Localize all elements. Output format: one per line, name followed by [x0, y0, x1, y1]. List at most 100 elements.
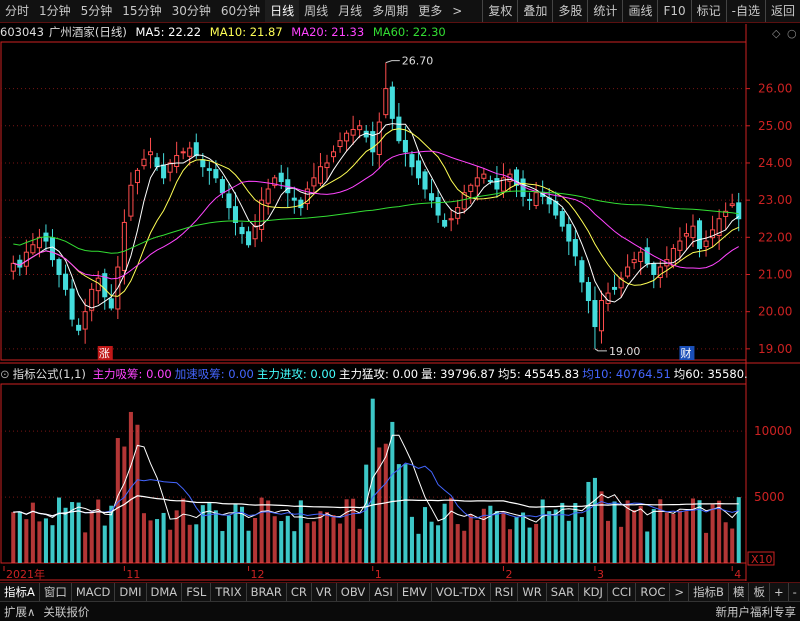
indicator-tab-19[interactable]: ROC: [636, 583, 670, 601]
promo-link[interactable]: 新用户福利专享: [712, 604, 800, 620]
volume-bar: [606, 521, 610, 563]
indicator-tab-0[interactable]: 指标A: [0, 583, 40, 601]
indicator-tab-18[interactable]: CCI: [608, 583, 636, 601]
volume-bar: [560, 503, 564, 563]
indicator-tab-3[interactable]: DMI: [115, 583, 146, 601]
volume-bar: [240, 507, 244, 563]
period-tab-5[interactable]: 60分钟: [216, 0, 265, 22]
indicator-tab-25[interactable]: -: [789, 583, 800, 601]
indicator-tab-21[interactable]: 指标B: [689, 583, 729, 601]
indicator-tab-17[interactable]: KDJ: [579, 583, 608, 601]
indicator-tab-15[interactable]: WR: [518, 583, 546, 601]
candle: [201, 160, 205, 167]
indicator-tab-11[interactable]: ASI: [370, 583, 398, 601]
volume-bar: [358, 529, 362, 563]
price-tick-label: 19.00: [758, 342, 792, 356]
indicator-tab-20[interactable]: >: [670, 583, 689, 601]
high-price-label: 26.70: [402, 55, 434, 68]
candle: [475, 178, 479, 186]
candle: [573, 240, 577, 256]
period-tab-3[interactable]: 15分钟: [117, 0, 166, 22]
candle: [684, 234, 688, 236]
volume-bar: [691, 498, 695, 563]
toolbar: 分时1分钟5分钟15分钟30分钟60分钟日线周线月线多周期更多> 复权叠加多股统计…: [0, 0, 800, 23]
toolbar-action-7[interactable]: -自选: [726, 0, 765, 22]
indicator-value-5: 均5: 45545.83: [498, 367, 579, 381]
indicator-tab-13[interactable]: VOL-TDX: [432, 583, 491, 601]
indicator-tab-24[interactable]: +: [770, 583, 789, 601]
toolbar-action-2[interactable]: 多股: [552, 0, 587, 22]
price-tick-label: 25.00: [758, 119, 792, 133]
high-marker-line: [386, 61, 400, 63]
indicator-tab-5[interactable]: FSL: [182, 583, 211, 601]
price-tick-label: 23.00: [758, 193, 792, 207]
price-tick-label: 20.00: [758, 305, 792, 319]
volume-bar: [462, 531, 466, 563]
indicator-tab-22[interactable]: 模: [729, 583, 750, 601]
toolbar-action-3[interactable]: 统计: [587, 0, 622, 22]
price-tick-label: 21.00: [758, 267, 792, 281]
candle: [580, 261, 584, 282]
indicator-tab-6[interactable]: TRIX: [211, 583, 246, 601]
volume-bar: [397, 464, 401, 563]
kline-chart[interactable]: 19.0020.0021.0022.0023.0024.0025.0026.00…: [0, 0, 800, 620]
volume-bar: [652, 509, 656, 563]
candle: [266, 189, 270, 203]
period-tab-9[interactable]: 多周期: [367, 0, 413, 22]
volume-bar: [613, 501, 617, 563]
toolbar-action-5[interactable]: F10: [657, 0, 690, 22]
low-price-label: 19.00: [609, 345, 641, 358]
toolbar-action-0[interactable]: 复权: [482, 0, 517, 22]
toolbar-action-4[interactable]: 画线: [622, 0, 657, 22]
more-arrow-icon[interactable]: >: [447, 0, 467, 22]
volume-bar: [501, 511, 505, 563]
indicator-value-4: 量: 39796.87: [421, 367, 495, 381]
toolbar-action-8[interactable]: 返回: [765, 0, 800, 22]
cai-badge: 财: [680, 346, 691, 360]
toolbar-action-6[interactable]: 标记: [691, 0, 726, 22]
candle: [599, 301, 603, 331]
related-quote-button[interactable]: 关联报价: [39, 604, 93, 620]
ma20-label: MA20: 21.33: [291, 25, 364, 39]
period-tab-1[interactable]: 1分钟: [34, 0, 76, 22]
period-tab-10[interactable]: 更多: [413, 0, 447, 22]
indicator-tab-23[interactable]: 板: [749, 583, 770, 601]
toolbar-action-1[interactable]: 叠加: [517, 0, 552, 22]
indicator-tab-7[interactable]: BRAR: [247, 583, 287, 601]
period-tab-4[interactable]: 30分钟: [167, 0, 216, 22]
candle: [162, 165, 166, 178]
indicator-tab-12[interactable]: EMV: [398, 583, 432, 601]
candle: [181, 152, 185, 153]
indicator-value-7: 均60: 35580.: [674, 367, 748, 381]
indicator-name[interactable]: 指标公式(1,1): [13, 367, 86, 381]
period-tab-2[interactable]: 5分钟: [76, 0, 118, 22]
indicator-tab-4[interactable]: DMA: [147, 583, 183, 601]
indicator-tab-2[interactable]: MACD: [72, 583, 115, 601]
candle: [175, 156, 179, 167]
volume-bar: [390, 422, 394, 563]
candle: [443, 220, 447, 226]
collapse-icon[interactable]: ⊙: [0, 367, 10, 381]
indicator-tab-14[interactable]: RSI: [491, 583, 519, 601]
indicator-tab-16[interactable]: SAR: [547, 583, 579, 601]
volume-bar: [593, 478, 597, 563]
candles-group: [11, 63, 741, 349]
period-tab-8[interactable]: 月线: [333, 0, 367, 22]
period-tab-6[interactable]: 日线: [265, 0, 299, 22]
period-tab-7[interactable]: 周线: [299, 0, 333, 22]
candle: [430, 194, 434, 200]
indicator-tab-8[interactable]: CR: [287, 583, 312, 601]
indicator-tab-1[interactable]: 窗口: [40, 583, 72, 601]
indicator-tab-9[interactable]: VR: [312, 583, 337, 601]
volume-bar: [11, 512, 15, 563]
period-tab-0[interactable]: 分时: [0, 0, 34, 22]
candle: [358, 126, 362, 130]
volume-tick-label: 5000: [754, 490, 785, 504]
volume-unit-label: X10: [751, 553, 773, 566]
indicator-tab-10[interactable]: OBV: [337, 583, 370, 601]
volume-bar: [273, 516, 277, 563]
date-label: 3: [597, 568, 604, 581]
expand-button[interactable]: 扩展∧: [0, 604, 39, 620]
candle: [318, 167, 322, 184]
volume-bar: [37, 521, 41, 563]
